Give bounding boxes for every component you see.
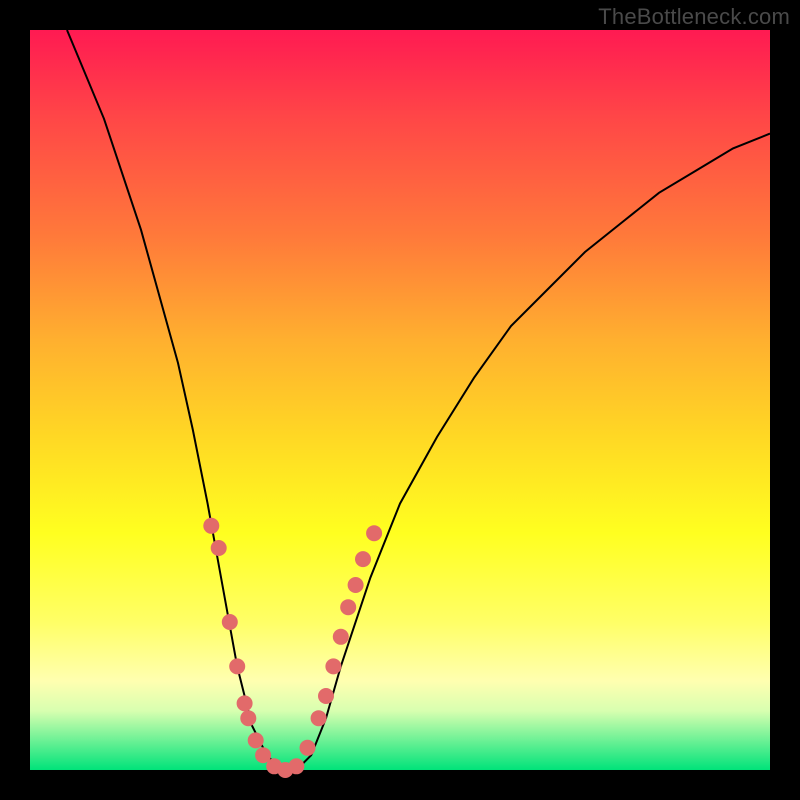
curve-svg (30, 30, 770, 770)
highlight-dot (203, 518, 219, 534)
plot-area (30, 30, 770, 770)
highlight-dot (248, 732, 264, 748)
highlight-dot (340, 599, 356, 615)
highlight-dots (203, 518, 382, 778)
bottleneck-curve (67, 30, 770, 770)
highlight-dot (300, 740, 316, 756)
highlight-dot (288, 758, 304, 774)
watermark-text: TheBottleneck.com (598, 4, 790, 30)
highlight-dot (355, 551, 371, 567)
highlight-dot (211, 540, 227, 556)
highlight-dot (318, 688, 334, 704)
highlight-dot (366, 525, 382, 541)
chart-frame: TheBottleneck.com (0, 0, 800, 800)
highlight-dot (348, 577, 364, 593)
highlight-dot (240, 710, 256, 726)
highlight-dot (229, 658, 245, 674)
highlight-dot (333, 629, 349, 645)
highlight-dot (237, 695, 253, 711)
highlight-dot (222, 614, 238, 630)
highlight-dot (325, 658, 341, 674)
highlight-dot (311, 710, 327, 726)
